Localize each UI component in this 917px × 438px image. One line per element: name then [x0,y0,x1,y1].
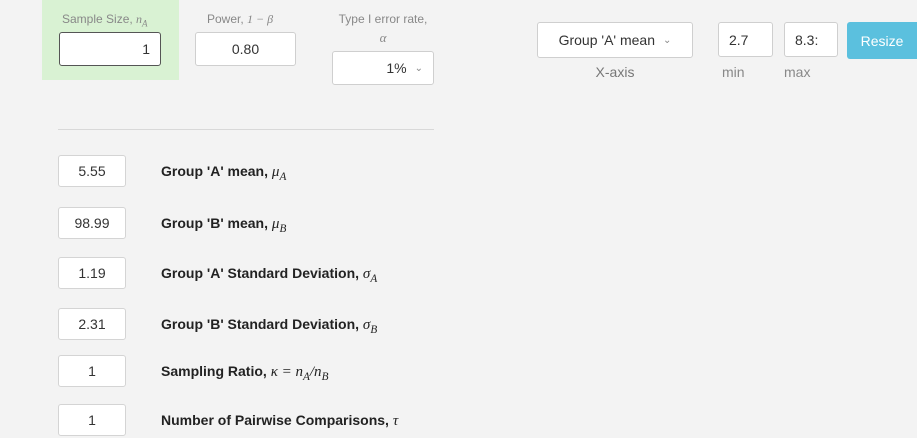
x-axis-caption: X-axis [595,64,635,80]
mu-a-symbol: μA [272,164,287,183]
power-input[interactable]: 0.80 [195,32,296,66]
chevron-down-icon: ⌄ [663,34,672,46]
group-b-mean-input[interactable]: 98.99 [58,207,126,239]
pairwise-comparisons-label: Number of Pairwise Comparisons, τ [161,412,398,430]
axis-max-value: 8.3: [795,31,819,48]
sigma-b-symbol: σB [363,317,378,336]
group-a-sd-value: 1.19 [78,265,106,281]
alpha-label-text: Type I error rate, [338,12,428,26]
group-b-mean-label-text: Group 'B' mean, [161,215,269,231]
group-a-sd-input[interactable]: 1.19 [58,257,126,289]
pairwise-comparisons-value: 1 [88,412,96,428]
alpha-symbol: α [379,30,387,45]
group-b-mean-label: Group 'B' mean, μB [161,215,286,235]
x-axis-select[interactable]: Group 'A' mean ⌄ [537,22,693,58]
power-label-text: Power, [207,12,244,26]
pairwise-comparisons-input[interactable]: 1 [58,404,126,436]
chevron-down-icon: ⌄ [414,62,423,74]
kappa-formula-sub-a: A [303,371,310,383]
mu-b-symbol-sub: B [279,223,287,235]
group-a-mean-label-text: Group 'A' mean, [161,163,269,179]
group-a-mean-input[interactable]: 5.55 [58,155,126,187]
sampling-ratio-value: 1 [88,363,96,379]
axis-min-value: 2.7 [729,31,749,48]
kappa-formula-sub-b: B [321,371,329,383]
axis-min-input[interactable]: 2.7 [718,22,773,57]
sample-size-symbol-sub: A [142,18,148,29]
group-a-sd-label: Group 'A' Standard Deviation, σA [161,265,377,285]
group-a-mean-value: 5.55 [78,163,106,179]
axis-max-input[interactable]: 8.3: [784,22,838,57]
group-b-sd-label: Group 'B' Standard Deviation, σB [161,316,377,336]
power-symbol: 1 − β [247,12,274,26]
kappa-formula: κ = nA/nB [270,364,329,383]
group-a-sd-label-text: Group 'A' Standard Deviation, [161,265,360,281]
mu-a-symbol-sub: A [279,171,287,183]
axis-max-caption: max [784,64,811,80]
pairwise-comparisons-label-text: Number of Pairwise Comparisons, [161,412,389,428]
resize-button[interactable]: Resize [847,22,917,59]
sampling-ratio-label: Sampling Ratio, κ = nA/nB [161,363,328,383]
group-b-sd-value: 2.31 [78,316,106,332]
sample-size-symbol: nA [136,12,148,29]
power-value: 0.80 [231,41,260,57]
group-b-sd-label-text: Group 'B' Standard Deviation, [161,316,360,332]
sample-size-value: 1 [142,41,150,57]
group-b-mean-value: 98.99 [74,215,110,231]
sample-size-label-text: Sample Size, [62,12,133,26]
x-axis-selected-value: Group 'A' mean [558,32,655,48]
kappa-formula-tail: /n [309,364,322,380]
group-a-mean-label: Group 'A' mean, μA [161,163,286,183]
axis-min-caption: min [722,64,745,80]
power-label: Power, 1 − β [207,12,273,27]
sigma-a-symbol: σA [363,266,378,285]
resize-button-label: Resize [860,32,904,49]
sigma-b-symbol-sub: B [370,324,378,336]
tau-symbol: τ [392,413,399,429]
alpha-selected-value: 1% [386,60,407,76]
alpha-label: Type I error rate, α [328,12,438,46]
group-b-sd-input[interactable]: 2.31 [58,308,126,340]
divider [58,129,434,130]
kappa-formula-head: κ = n [270,364,304,380]
alpha-select[interactable]: 1% ⌄ [332,51,434,85]
mu-b-symbol: μB [272,216,287,235]
sampling-ratio-input[interactable]: 1 [58,355,126,387]
sampling-ratio-label-text: Sampling Ratio, [161,363,267,379]
sample-size-label: Sample Size, nA [62,12,148,28]
sigma-a-symbol-sub: A [370,273,378,285]
sample-size-input[interactable]: 1 [59,32,161,66]
